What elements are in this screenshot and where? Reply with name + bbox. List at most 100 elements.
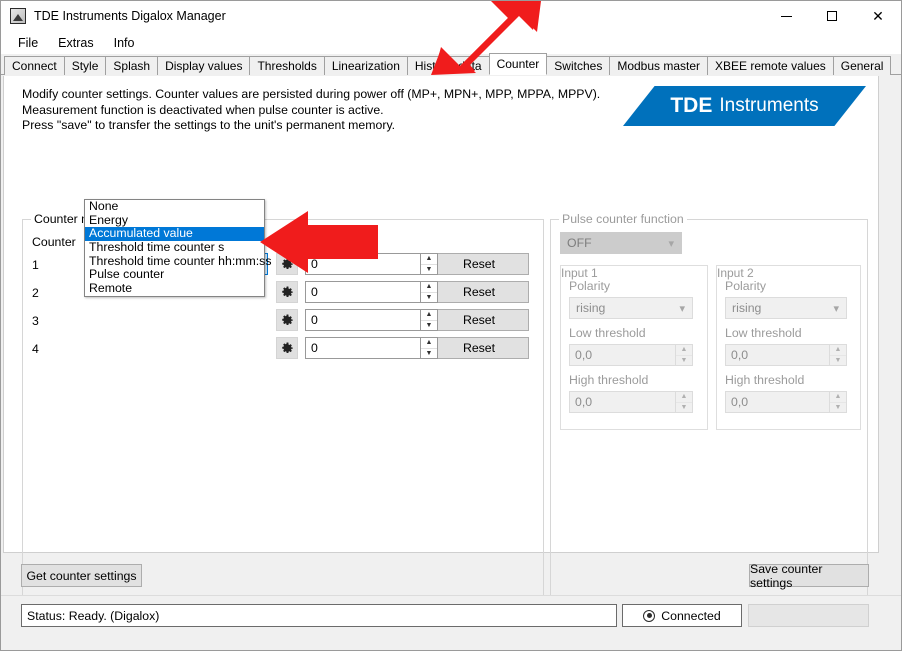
tab-linearization[interactable]: Linearization xyxy=(323,56,408,75)
counter-settings-gear-button-4[interactable] xyxy=(276,337,298,359)
close-button[interactable]: ✕ xyxy=(855,1,901,31)
menu-item-file[interactable]: File xyxy=(8,33,48,53)
gear-icon xyxy=(281,257,293,269)
dropdown-option-accumulated-value[interactable]: Accumulated value xyxy=(85,227,264,242)
tab-modbus-master[interactable]: Modbus master xyxy=(609,56,709,75)
reset-button-2[interactable]: Reset xyxy=(429,281,529,303)
counter-row-index-1: 1 xyxy=(32,258,39,272)
counter-settings-gear-button-1[interactable] xyxy=(276,253,298,275)
reset-value-input-3[interactable]: 0 ▲ ▼ xyxy=(305,309,438,331)
input-2-high-threshold-spinner[interactable]: ▲ ▼ xyxy=(829,392,846,412)
tab-bar: Connect Style Splash Display values Thre… xyxy=(1,53,901,75)
input-1-low-threshold-input[interactable]: 0,0 ▲ ▼ xyxy=(569,344,693,366)
spinner-up-icon[interactable]: ▲ xyxy=(421,338,437,349)
window-controls: ✕ xyxy=(763,1,901,31)
radio-selected-icon xyxy=(643,609,656,622)
spinner-down-icon[interactable]: ▼ xyxy=(421,265,437,275)
counter-type-dropdown-list[interactable]: None Energy Accumulated value Threshold … xyxy=(84,199,271,297)
reset-value-spinner-4[interactable]: ▲ ▼ xyxy=(420,338,437,358)
progress-field xyxy=(748,604,869,627)
dropdown-option-threshold-time-counter-hms[interactable]: Threshold time counter hh:mm:ss xyxy=(85,254,271,269)
spinner-up-icon[interactable]: ▲ xyxy=(421,310,437,321)
input-1-high-threshold-spinner[interactable]: ▲ ▼ xyxy=(675,392,692,412)
status-text: Status: Ready. (Digalox) xyxy=(21,604,617,627)
tab-connect[interactable]: Connect xyxy=(4,56,65,75)
spinner-down-icon[interactable]: ▼ xyxy=(421,293,437,303)
input-1-high-threshold-input[interactable]: 0,0 ▲ ▼ xyxy=(569,391,693,413)
spinner-up-icon[interactable]: ▲ xyxy=(830,392,846,403)
input-2-low-threshold-spinner[interactable]: ▲ ▼ xyxy=(829,345,846,365)
spinner-up-icon[interactable]: ▲ xyxy=(421,282,437,293)
tde-instruments-logo: TDE Instruments xyxy=(623,86,866,126)
window-title: TDE Instruments Digalox Manager xyxy=(34,9,226,23)
column-header-counter: Counter xyxy=(32,235,76,249)
reset-value-text-2: 0 xyxy=(311,285,318,299)
dropdown-option-remote[interactable]: Remote xyxy=(85,282,264,296)
spinner-down-icon[interactable]: ▼ xyxy=(421,321,437,331)
input-1-high-threshold-value: 0,0 xyxy=(575,395,593,409)
app-window: TDE Instruments Digalox Manager ✕ File E… xyxy=(0,0,902,651)
reset-value-input-2[interactable]: 0 ▲ ▼ xyxy=(305,281,438,303)
tab-historic-data[interactable]: Historic data xyxy=(406,56,490,75)
input-2-high-threshold-input[interactable]: 0,0 ▲ ▼ xyxy=(725,391,847,413)
input-1-high-threshold-label: High threshold xyxy=(569,373,649,387)
get-counter-settings-button[interactable]: Get counter settings xyxy=(21,564,142,587)
pulse-counter-mode-combo[interactable]: OFF ▾ xyxy=(560,232,682,254)
minimize-button[interactable] xyxy=(763,1,809,31)
reset-button-3[interactable]: Reset xyxy=(429,309,529,331)
tab-style[interactable]: Style xyxy=(63,56,107,75)
reset-value-spinner-3[interactable]: ▲ ▼ xyxy=(420,310,437,330)
app-icon xyxy=(10,8,26,24)
spinner-down-icon[interactable]: ▼ xyxy=(421,349,437,359)
dropdown-option-pulse-counter[interactable]: Pulse counter xyxy=(85,268,264,282)
logo-primary-text: TDE xyxy=(670,94,713,117)
input-2-low-threshold-input[interactable]: 0,0 ▲ ▼ xyxy=(725,344,847,366)
tab-splash[interactable]: Splash xyxy=(105,56,159,75)
chevron-down-icon: ▾ xyxy=(668,238,674,250)
spinner-down-icon[interactable]: ▼ xyxy=(676,356,692,366)
connection-status-indicator: Connected xyxy=(622,604,742,627)
menu-item-extras[interactable]: Extras xyxy=(48,33,103,53)
input-1-polarity-value: rising xyxy=(576,301,606,315)
tab-counter[interactable]: Counter xyxy=(488,53,548,75)
input-1-low-threshold-value: 0,0 xyxy=(575,348,593,362)
input-1-polarity-combo[interactable]: rising ▾ xyxy=(569,297,693,319)
close-icon: ✕ xyxy=(872,8,884,24)
input-2-polarity-combo[interactable]: rising ▾ xyxy=(725,297,847,319)
spinner-up-icon[interactable]: ▲ xyxy=(421,254,437,265)
maximize-button[interactable] xyxy=(809,1,855,31)
input-1-low-threshold-spinner[interactable]: ▲ ▼ xyxy=(675,345,692,365)
spinner-down-icon[interactable]: ▼ xyxy=(830,356,846,366)
input-2-low-threshold-label: Low threshold xyxy=(725,326,802,340)
reset-value-input-1[interactable]: 0 ▲ ▼ xyxy=(305,253,438,275)
reset-value-spinner-2[interactable]: ▲ ▼ xyxy=(420,282,437,302)
tab-general[interactable]: General xyxy=(832,56,892,75)
dropdown-option-energy[interactable]: Energy xyxy=(85,213,264,228)
reset-button-1[interactable]: Reset xyxy=(429,253,529,275)
dropdown-option-threshold-time-counter-s[interactable]: Threshold time counter s xyxy=(85,241,264,255)
input-1-group: Input 1 Polarity rising ▾ Low threshold … xyxy=(560,265,708,430)
spinner-down-icon[interactable]: ▼ xyxy=(830,403,846,413)
spinner-up-icon[interactable]: ▲ xyxy=(676,345,692,356)
counter-settings-gear-button-2[interactable] xyxy=(276,281,298,303)
input-2-high-threshold-value: 0,0 xyxy=(731,395,749,409)
input-2-polarity-label: Polarity xyxy=(725,279,767,293)
spinner-up-icon[interactable]: ▲ xyxy=(676,392,692,403)
reset-value-spinner-1[interactable]: ▲ ▼ xyxy=(420,254,437,274)
spinner-down-icon[interactable]: ▼ xyxy=(676,403,692,413)
reset-button-4[interactable]: Reset xyxy=(429,337,529,359)
tab-thresholds[interactable]: Thresholds xyxy=(249,56,325,75)
save-counter-settings-button[interactable]: Save counter settings xyxy=(749,562,869,590)
counter-row-index-3: 3 xyxy=(32,314,39,328)
counter-settings-gear-button-3[interactable] xyxy=(276,309,298,331)
tab-switches[interactable]: Switches xyxy=(546,56,611,75)
counter-row-index-2: 2 xyxy=(32,286,39,300)
tab-xbee-remote-values[interactable]: XBEE remote values xyxy=(707,56,834,75)
intro-text: Modify counter settings. Counter values … xyxy=(22,87,601,132)
logo-secondary-text: Instruments xyxy=(719,95,819,116)
dropdown-option-none[interactable]: None xyxy=(85,199,264,214)
spinner-up-icon[interactable]: ▲ xyxy=(830,345,846,356)
tab-display-values[interactable]: Display values xyxy=(157,56,251,75)
menu-item-info[interactable]: Info xyxy=(104,33,145,53)
reset-value-input-4[interactable]: 0 ▲ ▼ xyxy=(305,337,438,359)
